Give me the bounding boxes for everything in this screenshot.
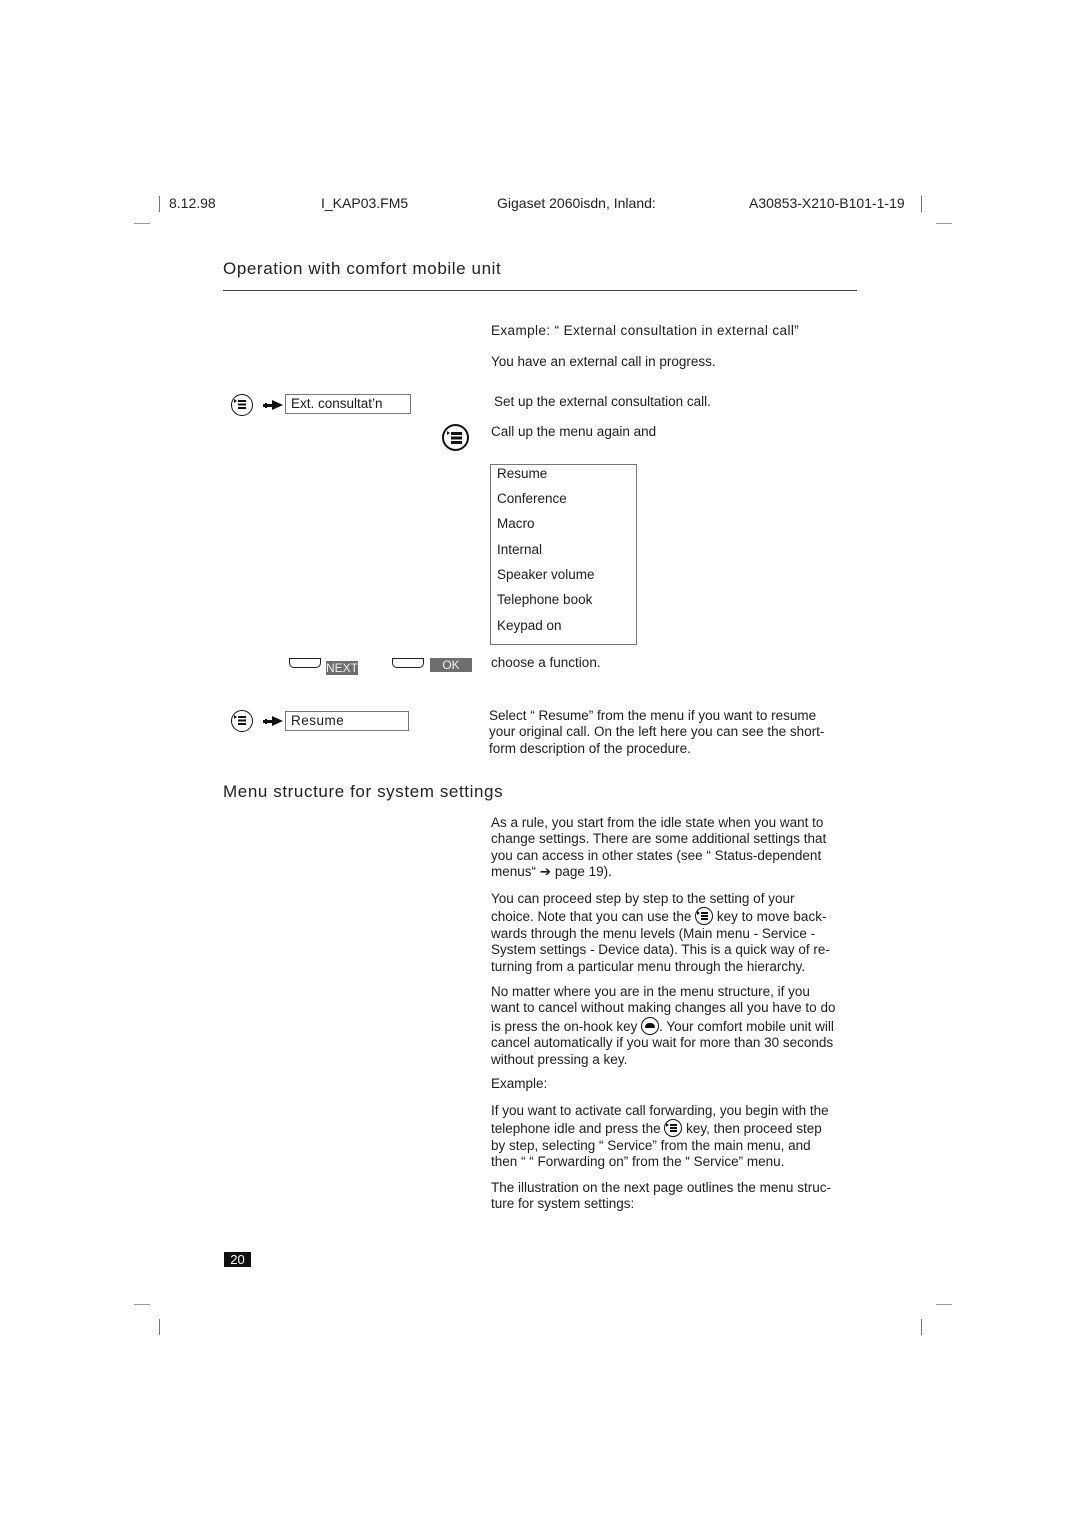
- softkey-right-icon: [392, 658, 424, 668]
- phone-menu-list: Resume Conference Macro Internal Speaker…: [490, 464, 637, 645]
- display-resume: Resume: [285, 711, 409, 731]
- text-line: you can access in other states (see “ St…: [491, 847, 822, 863]
- menu-key-icon: [231, 710, 253, 732]
- step2-description: Call up the menu again and: [491, 424, 657, 439]
- text-line: No matter where you are in the menu stru…: [491, 984, 810, 999]
- menu-item-telephone-book: Telephone book: [497, 592, 593, 607]
- section-title: Menu structure for system settings: [223, 782, 504, 801]
- arrow-right-icon: [263, 716, 283, 726]
- menu-item-resume: Resume: [497, 466, 548, 481]
- section-title: Operation with comfort mobile unit: [223, 259, 502, 278]
- crop-mark: [936, 223, 952, 224]
- text-line: telephone idle and press the key, then p…: [491, 1119, 829, 1138]
- crop-mark: [921, 196, 922, 212]
- text-line: As a rule, you start from the idle state…: [491, 815, 824, 830]
- intro-text: You have an external call in progress.: [491, 354, 716, 369]
- menu-item-conference: Conference: [497, 491, 567, 506]
- on-hook-key-icon: [641, 1016, 660, 1035]
- example-label: Example:: [491, 1076, 548, 1091]
- text-line: You can proceed step by step to the sett…: [491, 891, 795, 906]
- text-line: by step, selecting “ Service” from the m…: [491, 1137, 811, 1153]
- header-doc-number: A30853-X210-B101-1-19: [749, 195, 905, 211]
- step3-description: Select “ Resume” from the menu if you wa…: [489, 708, 824, 757]
- text-line: change settings. There are some addition…: [491, 831, 827, 847]
- text-line: without pressing a key.: [491, 1051, 628, 1067]
- softkey-next-label: NEXT: [326, 661, 359, 675]
- menu-key-icon: [231, 394, 253, 416]
- text-line: your original call. On the left here you…: [489, 724, 825, 740]
- paragraph-step-by-step: You can proceed step by step to the sett…: [491, 891, 830, 975]
- step-resume: [231, 710, 253, 737]
- text-line: form description of the procedure.: [489, 740, 691, 756]
- text-line: is press the on-hook key . Your comfort …: [491, 1016, 835, 1035]
- text-line: menus“ ➔ page 19).: [491, 864, 612, 880]
- title-rule: [223, 290, 857, 291]
- softkey-left-icon: [289, 658, 321, 668]
- paragraph-call-forwarding: If you want to activate call forwarding,…: [491, 1103, 829, 1171]
- menu-item-macro: Macro: [497, 516, 535, 531]
- header-file: I_KAP03.FM5: [321, 195, 409, 211]
- text-line: System settings - Device data). This is …: [491, 942, 830, 958]
- crop-mark: [134, 1304, 150, 1305]
- text-fragment: . Your comfort mobile unit will: [659, 1018, 834, 1034]
- step-ext-consultation: [231, 394, 253, 421]
- text-fragment: key, then proceed step: [682, 1121, 822, 1137]
- header-date: 8.12.98: [169, 195, 216, 211]
- menu-key-icon: [664, 1119, 683, 1138]
- paragraph-cancel: No matter where you are in the menu stru…: [491, 984, 835, 1068]
- text-fragment: choice. Note that you can use the: [491, 909, 696, 925]
- page-number: 20: [224, 1252, 251, 1267]
- header-product: Gigaset 2060isdn, Inland:: [497, 195, 656, 211]
- menu-key-large: [442, 424, 469, 456]
- text-line: If you want to activate call forwarding,…: [491, 1103, 829, 1118]
- text-line: The illustration on the next page outlin…: [491, 1180, 831, 1195]
- text-line: choice. Note that you can use the key to…: [491, 907, 830, 926]
- text-line: wards through the menu levels (Main menu…: [491, 925, 816, 941]
- text-line: cancel automatically if you wait for mor…: [491, 1035, 834, 1051]
- text-fragment: is press the on-hook key: [491, 1018, 642, 1034]
- text-line: want to cancel without making changes al…: [491, 1000, 836, 1016]
- menu-key-icon: [442, 424, 469, 451]
- text-fragment: key to move back-: [713, 909, 827, 925]
- softkey-ok-label: OK: [430, 658, 472, 672]
- display-ext-consultation: Ext. consultat’n: [285, 394, 411, 414]
- crop-mark: [134, 223, 150, 224]
- text-line: turning from a particular menu through t…: [491, 958, 806, 974]
- menu-key-icon: [695, 907, 714, 926]
- example-heading: Example: “ External consultation in exte…: [491, 323, 800, 338]
- text-line: Select “ Resume” from the menu if you wa…: [489, 708, 817, 723]
- menu-item-keypad-on: Keypad on: [497, 618, 562, 633]
- crop-mark: [936, 1304, 952, 1305]
- menu-item-speaker-volume: Speaker volume: [497, 567, 595, 582]
- paragraph-illustration-note: The illustration on the next page outlin…: [491, 1180, 831, 1213]
- softkeys-description: choose a function.: [491, 655, 601, 670]
- crop-mark: [159, 196, 160, 212]
- text-fragment: telephone idle and press the: [491, 1121, 665, 1137]
- text-line: ture for system settings:: [491, 1196, 635, 1212]
- menu-item-internal: Internal: [497, 542, 543, 557]
- text-line: then “ “ Forwarding on” from the “ Servi…: [491, 1154, 785, 1170]
- arrow-right-icon: [263, 400, 283, 410]
- paragraph-idle-state: As a rule, you start from the idle state…: [491, 815, 826, 881]
- step1-description: Set up the external consultation call.: [494, 394, 711, 409]
- crop-mark: [921, 1319, 922, 1335]
- crop-mark: [159, 1319, 160, 1335]
